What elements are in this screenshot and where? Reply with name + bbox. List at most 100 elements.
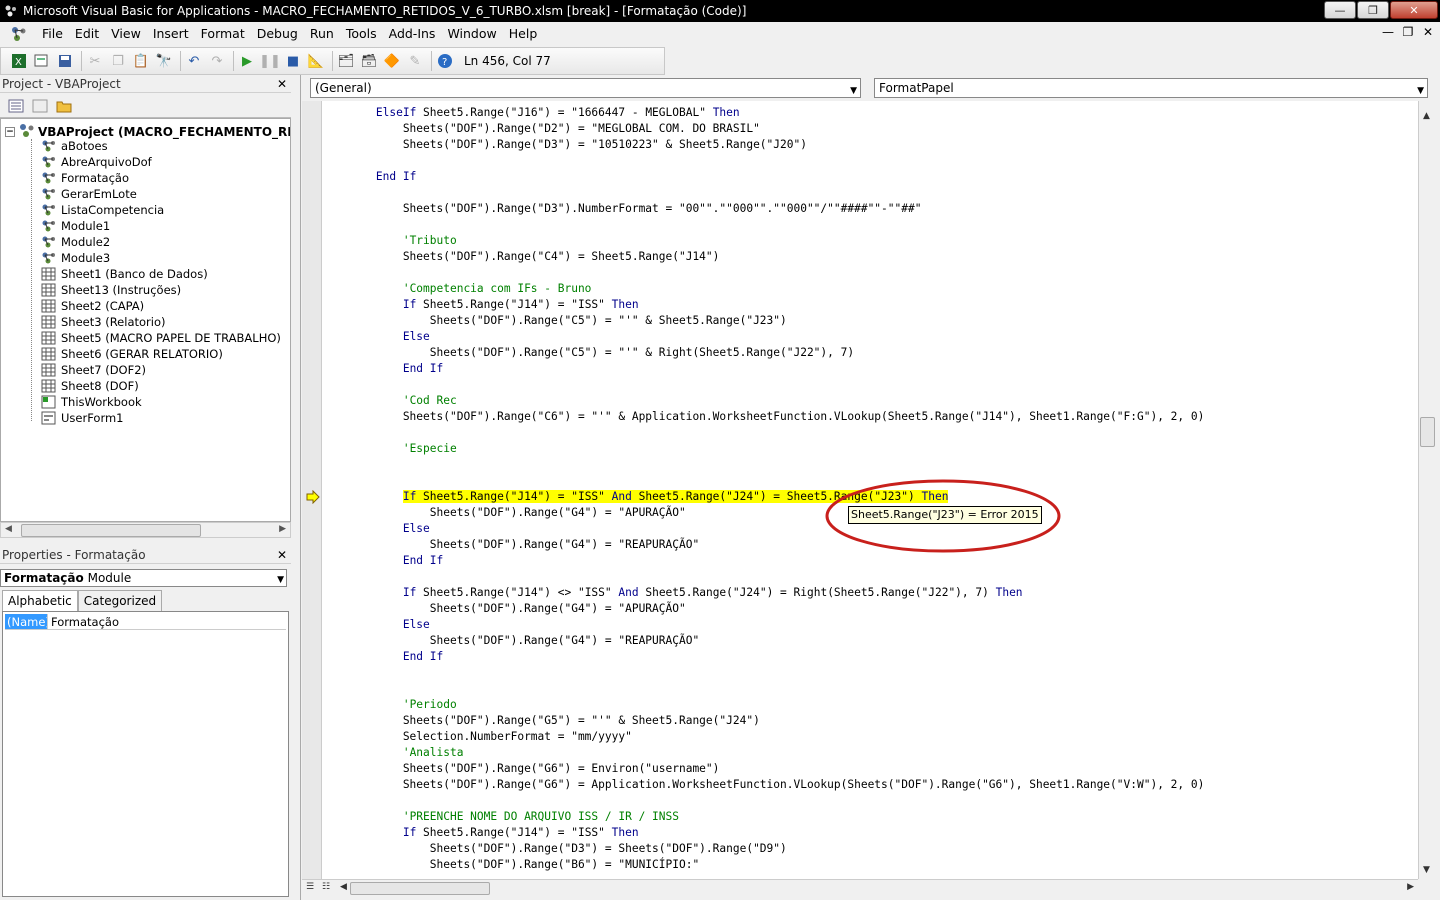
project-close-icon[interactable]: ✕ bbox=[275, 77, 289, 91]
tree-item[interactable]: Module1 bbox=[41, 218, 110, 234]
object-browser-icon[interactable]: 🔶 bbox=[382, 51, 402, 71]
close-button[interactable]: ✕ bbox=[1390, 1, 1438, 19]
menu-help[interactable]: Help bbox=[503, 23, 544, 45]
menu-format[interactable]: Format bbox=[195, 23, 251, 45]
tree-item[interactable]: Sheet6 (GERAR RELATORIO) bbox=[41, 346, 223, 362]
scroll-right-icon[interactable]: ▶ bbox=[1407, 882, 1414, 892]
scroll-right-icon[interactable]: ▶ bbox=[279, 524, 286, 534]
view-object-icon[interactable] bbox=[30, 97, 50, 115]
scroll-thumb[interactable] bbox=[21, 524, 201, 537]
tree-item[interactable]: GerarEmLote bbox=[41, 186, 137, 202]
procedure-combo[interactable]: FormatPapel ▼ bbox=[874, 78, 1428, 98]
scroll-left-icon[interactable]: ◀ bbox=[340, 882, 347, 892]
menu-window[interactable]: Window bbox=[441, 23, 502, 45]
tree-item[interactable]: Sheet5 (MACRO PAPEL DE TRABALHO) bbox=[41, 330, 281, 346]
scroll-thumb[interactable] bbox=[350, 882, 490, 895]
code-line[interactable]: Sheets("DOF").Range("G4") = "APURAÇÃO" bbox=[322, 505, 686, 521]
code-line[interactable]: Sheets("DOF").Range("C5") = "'" & Sheet5… bbox=[322, 313, 787, 329]
tree-item[interactable]: Sheet8 (DOF) bbox=[41, 378, 139, 394]
reset-icon[interactable]: ■ bbox=[283, 51, 303, 71]
insert-userform-icon[interactable] bbox=[32, 51, 52, 71]
break-icon[interactable]: ❚❚ bbox=[259, 51, 281, 71]
minimize-button[interactable]: — bbox=[1324, 1, 1356, 19]
code-line[interactable]: Sheets("DOF").Range("D3") = "10510223" &… bbox=[322, 137, 807, 153]
chevron-down-icon[interactable]: ▼ bbox=[1417, 82, 1424, 100]
design-mode-icon[interactable]: 📐 bbox=[306, 51, 326, 71]
project-hscrollbar[interactable]: ◀ ▶ bbox=[0, 522, 291, 538]
code-hscrollbar[interactable]: ☰ ☷ ◀ ▶ bbox=[302, 879, 1418, 897]
tree-item[interactable]: Module3 bbox=[41, 250, 110, 266]
code-line[interactable]: Sheets("DOF").Range("G6") = Application.… bbox=[322, 777, 1205, 793]
help-icon[interactable]: ? bbox=[435, 51, 455, 71]
chevron-down-icon[interactable]: ▼ bbox=[277, 572, 284, 588]
code-line[interactable]: End If bbox=[322, 553, 443, 569]
menu-tools[interactable]: Tools bbox=[340, 23, 383, 45]
tree-item[interactable]: UserForm1 bbox=[41, 410, 124, 426]
code-line[interactable]: Sheets("DOF").Range("G5") = "'" & Sheet5… bbox=[322, 713, 760, 729]
undo-icon[interactable]: ↶ bbox=[184, 51, 204, 71]
code-line[interactable]: End If bbox=[322, 649, 443, 665]
tree-item[interactable]: AbreArquivoDof bbox=[41, 154, 152, 170]
redo-icon[interactable]: ↷ bbox=[207, 51, 227, 71]
code-line[interactable]: Sheets("DOF").Range("G6") = Environ("use… bbox=[322, 761, 720, 777]
code-line[interactable]: 'Cod Rec bbox=[322, 393, 457, 409]
code-line[interactable]: 'Competencia com IFs - Bruno bbox=[322, 281, 592, 297]
excel-icon[interactable]: X bbox=[9, 51, 29, 71]
tree-item[interactable]: Sheet7 (DOF2) bbox=[41, 362, 146, 378]
mdi-close-button[interactable]: ✕ bbox=[1422, 25, 1434, 39]
tree-item[interactable]: ListaCompetencia bbox=[41, 202, 164, 218]
property-row[interactable]: (Name) Formatação bbox=[5, 614, 286, 630]
code-line[interactable]: 'PREENCHE NOME DO ARQUIVO ISS / IR / INS… bbox=[322, 809, 679, 825]
code-line[interactable]: 'Especie bbox=[322, 441, 457, 457]
vba-menu-icon[interactable] bbox=[8, 24, 30, 44]
menu-debug[interactable]: Debug bbox=[251, 23, 304, 45]
code-line[interactable]: Sheets("DOF").Range("B6") = "MUNICÍPIO:" bbox=[322, 857, 699, 873]
tree-item[interactable]: ThisWorkbook bbox=[41, 394, 142, 410]
code-vscrollbar[interactable]: ▲ ▼ bbox=[1418, 101, 1436, 879]
tree-item[interactable]: aBotoes bbox=[41, 138, 108, 154]
copy-icon[interactable]: ❐ bbox=[108, 51, 128, 71]
properties-close-icon[interactable]: ✕ bbox=[275, 548, 289, 562]
paste-icon[interactable]: 📋 bbox=[131, 51, 151, 71]
tree-item[interactable]: Sheet3 (Relatorio) bbox=[41, 314, 166, 330]
code-line[interactable]: If Sheet5.Range("J14") <> "ISS" And Shee… bbox=[322, 585, 1023, 601]
code-line[interactable]: Sheets("DOF").Range("G4") = "REAPURAÇÃO" bbox=[322, 633, 699, 649]
tree-item[interactable]: Formatação bbox=[41, 170, 129, 186]
code-line[interactable]: Selection.NumberFormat = "mm/yyyy" bbox=[322, 729, 632, 745]
code-line[interactable]: Else bbox=[322, 521, 430, 537]
code-line[interactable]: Else bbox=[322, 617, 430, 633]
menu-insert[interactable]: Insert bbox=[147, 23, 195, 45]
tree-item[interactable]: Sheet13 (Instruções) bbox=[41, 282, 181, 298]
scroll-up-icon[interactable]: ▲ bbox=[1423, 111, 1430, 121]
code-line[interactable]: Sheets("DOF").Range("D3").NumberFormat =… bbox=[322, 201, 922, 217]
menu-file[interactable]: File bbox=[36, 23, 69, 45]
mdi-restore-button[interactable]: ❐ bbox=[1402, 25, 1414, 39]
tab-categorized[interactable]: Categorized bbox=[77, 590, 163, 611]
code-line[interactable]: ElseIf Sheet5.Range("J16") = "1666447 - … bbox=[322, 105, 740, 121]
code-line[interactable]: Sheets("DOF").Range("G4") = "APURAÇÃO" bbox=[322, 601, 686, 617]
menu-run[interactable]: Run bbox=[304, 23, 340, 45]
menu-view[interactable]: View bbox=[105, 23, 147, 45]
code-line[interactable]: Sheets("DOF").Range("D2") = "MEGLOBAL CO… bbox=[322, 121, 760, 137]
code-line[interactable]: Sheets("DOF").Range("C4") = Sheet5.Range… bbox=[322, 249, 720, 265]
menu-add-ins[interactable]: Add-Ins bbox=[383, 23, 442, 45]
restore-button[interactable]: ❐ bbox=[1357, 1, 1389, 19]
procedure-view-icon[interactable]: ☰ bbox=[306, 882, 314, 892]
code-line[interactable]: If Sheet5.Range("J14") = "ISS" Then bbox=[322, 297, 639, 313]
tab-alphabetic[interactable]: Alphabetic bbox=[2, 590, 78, 612]
project-explorer-icon[interactable]: 🗂 bbox=[336, 51, 356, 71]
code-line[interactable]: 'Analista bbox=[322, 745, 464, 761]
code-line[interactable]: End If bbox=[322, 361, 443, 377]
run-icon[interactable]: ▶ bbox=[237, 51, 257, 71]
tree-item[interactable]: Sheet2 (CAPA) bbox=[41, 298, 144, 314]
code-line[interactable]: Sheets("DOF").Range("C6") = "'" & Applic… bbox=[322, 409, 1205, 425]
find-icon[interactable]: 🔭 bbox=[154, 51, 174, 71]
mdi-minimize-button[interactable]: — bbox=[1382, 25, 1394, 39]
code-line[interactable]: Sheets("DOF").Range("D3") = Sheets("DOF"… bbox=[322, 841, 787, 857]
chevron-down-icon[interactable]: ▼ bbox=[850, 82, 857, 100]
code-line[interactable]: End If bbox=[322, 169, 416, 185]
properties-window-icon[interactable]: 🗃 bbox=[359, 51, 379, 71]
save-icon[interactable] bbox=[55, 51, 75, 71]
object-select[interactable]: Formatação Module ▼ bbox=[0, 569, 287, 587]
scroll-thumb[interactable] bbox=[1420, 417, 1435, 447]
